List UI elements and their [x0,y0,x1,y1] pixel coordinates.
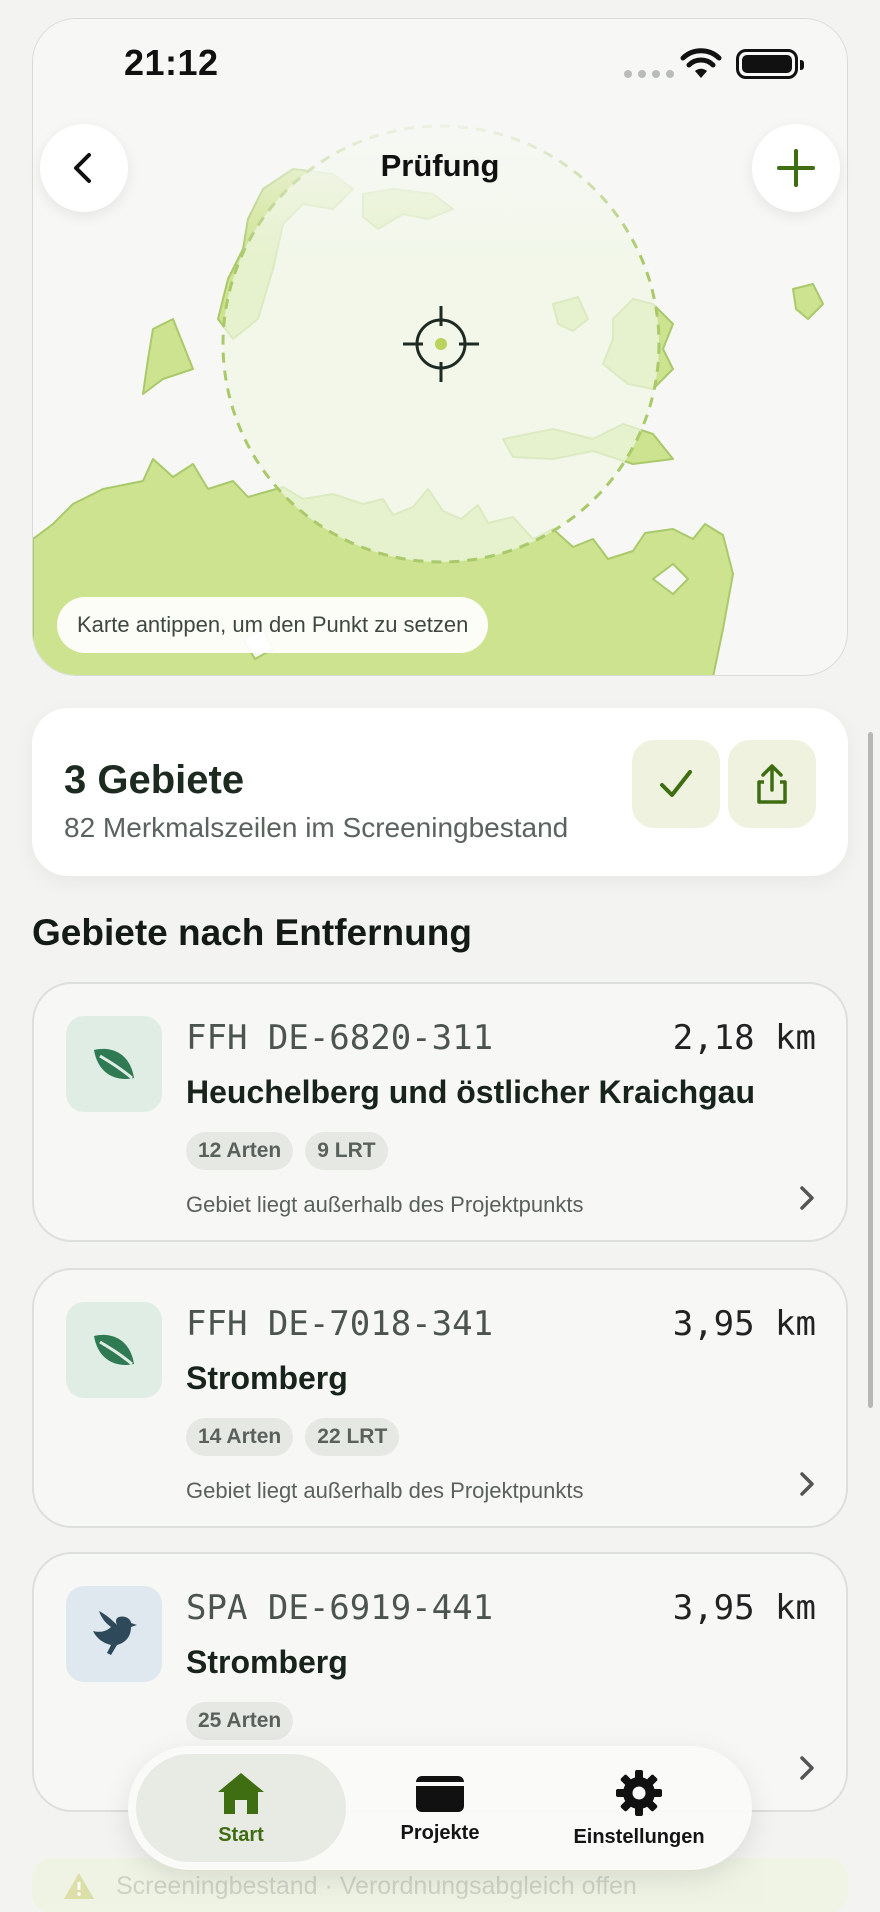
scrollbar[interactable] [868,732,873,1408]
area-name: Stromberg [186,1360,348,1396]
species-chip: 14 Arten [186,1418,294,1456]
section-title: Gebiete nach Entfernung [32,912,472,953]
area-distance: 2,18 km [672,1018,816,1058]
tab-label: Einstellungen [573,1825,705,1848]
area-name: Heuchelberg und östlicher Kraichgau [186,1074,755,1110]
area-code: SPA DE-6919-441 [186,1588,494,1628]
area-note: Gebiet liegt außerhalb des Projektpunkts [186,1478,584,1503]
area-name: Stromberg [186,1644,348,1680]
status-bar: 21:12 [0,0,880,120]
share-icon [757,764,787,804]
area-code: FFH DE-7018-341 [186,1304,494,1344]
tab-label: Projekte [400,1821,480,1844]
area-card[interactable]: FFH DE-6820-311 2,18 km Heuchelberg und … [32,982,848,1242]
area-icon-tile [66,1016,162,1112]
gear-icon [616,1769,662,1816]
cellular-signal-icon [624,70,674,78]
leaf-icon [94,1048,134,1080]
area-distance: 3,95 km [672,1304,816,1344]
area-code: FFH DE-6820-311 [186,1018,494,1058]
chevron-right-icon [800,1756,814,1780]
tab-bar: Start Projekte Einstellungen [128,1746,752,1870]
summary-card: 3 Gebiete 82 Merkmalszeilen im Screening… [32,708,848,876]
area-note: Gebiet liegt außerhalb des Projektpunkts [186,1192,584,1217]
wifi-icon [680,48,722,78]
habitat-chip: 22 LRT [305,1418,400,1456]
area-icon-tile [66,1302,162,1398]
species-chip: 12 Arten [186,1132,294,1170]
habitat-chip: 9 LRT [305,1132,388,1170]
status-time: 21:12 [124,42,219,83]
area-count: 3 Gebiete [64,758,245,802]
home-icon [218,1772,264,1814]
page-title: Prüfung [380,148,500,183]
tab-einstellungen[interactable]: Einstellungen [534,1754,744,1862]
add-button[interactable] [752,124,840,212]
plus-icon [777,149,815,187]
species-chip: 25 Arten [186,1702,294,1740]
leaf-icon [94,1334,134,1366]
banner-text: Screeningbestand · Verordnungsabgleich o… [116,1871,637,1900]
chevron-right-icon [800,1472,814,1496]
folder-icon [416,1775,464,1812]
area-card[interactable]: FFH DE-7018-341 3,95 km Stromberg 14 Art… [32,1268,848,1528]
share-button[interactable] [728,740,816,828]
bird-icon [93,1611,137,1655]
tab-start[interactable]: Start [136,1754,346,1862]
checkmark-icon [660,770,692,797]
map-hint: Karte antippen, um den Punkt zu setzen [57,597,489,653]
battery-icon [736,49,804,79]
chevron-right-icon [800,1186,814,1210]
confirm-button[interactable] [632,740,720,828]
summary-subtitle: 82 Merkmalszeilen im Screeningbestand [64,812,569,843]
tab-label: Start [218,1823,264,1846]
warning-icon [64,1873,94,1899]
tab-projekte[interactable]: Projekte [335,1754,545,1862]
area-distance: 3,95 km [672,1588,816,1628]
area-icon-tile [66,1586,162,1682]
